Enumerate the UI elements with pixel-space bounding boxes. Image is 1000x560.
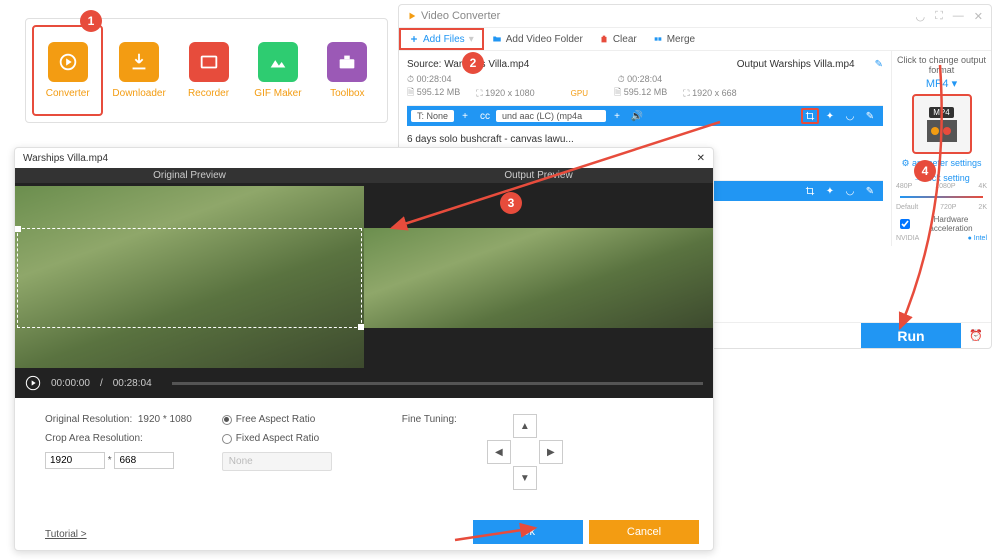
edit-button[interactable]: ✎: [861, 183, 879, 199]
merge-icon: [653, 34, 663, 44]
param-settings-link[interactable]: ⚙ arameter settings: [896, 158, 987, 169]
merge-button[interactable]: Merge: [645, 28, 703, 50]
file-duration-out: ⏱ 00:28:04: [618, 74, 663, 85]
run-button[interactable]: Run: [861, 323, 961, 348]
close-icon[interactable]: ✕: [974, 10, 983, 23]
subtitle-button[interactable]: cc: [476, 108, 494, 124]
crop-button[interactable]: [801, 183, 819, 199]
plus-icon: [409, 34, 419, 44]
crop-handles[interactable]: [17, 228, 362, 328]
module-label: GIF Maker: [254, 88, 301, 99]
add-track-button[interactable]: +: [456, 108, 474, 124]
audio-icon[interactable]: 🔊: [628, 108, 646, 124]
effects-button[interactable]: ✦: [821, 108, 839, 124]
app-icon: [407, 11, 417, 21]
folder-icon: [492, 34, 502, 44]
toolbox-icon: [336, 51, 358, 73]
time-total: 00:28:04: [113, 378, 152, 389]
step-badge: 3: [500, 192, 522, 214]
format-selector[interactable]: MP4: [912, 94, 972, 154]
crop-window: Warships Villa.mp4 ✕ Original Preview Ou…: [14, 147, 714, 551]
source-name: 6 days solo bushcraft - canvas lawu...: [407, 134, 574, 145]
clear-button[interactable]: Clear: [591, 28, 645, 50]
module-selector: Converter Downloader Recorder GIF Maker …: [25, 18, 388, 123]
watermark-button[interactable]: ◡: [841, 108, 859, 124]
original-preview[interactable]: Original Preview: [15, 168, 364, 368]
quick-setting-link[interactable]: → uick setting: [896, 173, 987, 183]
play-button[interactable]: [25, 375, 41, 391]
quality-slider[interactable]: [900, 196, 983, 198]
gif-icon: [267, 51, 289, 73]
titlebar: Video Converter ◡ ⛶ — ✕: [399, 5, 991, 27]
minimize-icon[interactable]: —: [953, 10, 964, 23]
download-icon: [128, 51, 150, 73]
tutorial-link[interactable]: Tutorial >: [45, 529, 87, 540]
edit-button[interactable]: ✎: [861, 108, 879, 124]
add-files-button[interactable]: Add Files ▾: [399, 28, 484, 50]
ok-button[interactable]: Ok: [473, 520, 583, 544]
add-folder-button[interactable]: Add Video Folder: [484, 28, 591, 50]
cancel-button[interactable]: Cancel: [589, 520, 699, 544]
edit-output-icon[interactable]: ✎: [875, 59, 883, 70]
audio-select[interactable]: und aac (LC) (mp4a: [496, 110, 606, 122]
module-label: Converter: [46, 88, 90, 99]
fine-tuning-pad: ▲ ◀ ▶ ▼: [487, 414, 563, 490]
watermark-button[interactable]: ◡: [841, 183, 859, 199]
crop-window-title: Warships Villa.mp4: [23, 153, 108, 164]
edit-toolbar: T: None + cc und aac (LC) (mp4a + 🔊 ✦ ◡ …: [407, 106, 883, 126]
crop-width-input[interactable]: [45, 452, 105, 469]
module-gifmaker[interactable]: GIF Maker: [244, 25, 311, 116]
hwaccel-checkbox[interactable]: Hardware acceleration: [896, 215, 987, 233]
free-aspect-radio[interactable]: Free Aspect Ratio: [222, 414, 332, 425]
step-badge: 4: [914, 160, 936, 182]
nudge-left-button[interactable]: ◀: [487, 440, 511, 464]
main-toolbar: Add Files ▾ Add Video Folder Clear Merge: [399, 27, 991, 51]
nudge-up-button[interactable]: ▲: [513, 414, 537, 438]
fixed-aspect-radio[interactable]: Fixed Aspect Ratio: [222, 433, 332, 444]
module-downloader[interactable]: Downloader: [105, 25, 172, 116]
app-title: Video Converter: [421, 10, 500, 22]
user-icon[interactable]: ◡: [915, 10, 925, 23]
aspect-select: None: [222, 452, 332, 471]
seek-bar[interactable]: [172, 382, 703, 385]
module-converter[interactable]: Converter: [32, 25, 103, 116]
format-panel: Click to change output format MP4 ▾ MP4 …: [891, 51, 991, 246]
module-label: Recorder: [188, 88, 229, 99]
crop-height-input[interactable]: [114, 452, 174, 469]
close-icon[interactable]: ✕: [697, 153, 705, 164]
module-recorder[interactable]: Recorder: [175, 25, 242, 116]
add-audio-button[interactable]: +: [608, 108, 626, 124]
trash-icon: [599, 34, 609, 44]
effects-button[interactable]: ✦: [821, 183, 839, 199]
recorder-icon: [198, 51, 220, 73]
playback-bar: 00:00:00 / 00:28:04: [15, 368, 713, 398]
nudge-right-button[interactable]: ▶: [539, 440, 563, 464]
nudge-down-button[interactable]: ▼: [513, 466, 537, 490]
crop-button[interactable]: [801, 108, 819, 124]
step-badge: 1: [80, 10, 102, 32]
output-preview: Output Preview: [364, 168, 713, 368]
module-toolbox[interactable]: Toolbox: [314, 25, 381, 116]
time-current: 00:00:00: [51, 378, 90, 389]
converter-icon: [57, 51, 79, 73]
schedule-button[interactable]: ⏰: [961, 329, 991, 342]
output-name: Output Warships Villa.mp4: [737, 59, 855, 70]
step-badge: 2: [462, 52, 484, 74]
module-label: Downloader: [112, 88, 165, 99]
cart-icon[interactable]: ⛶: [935, 10, 943, 23]
track-select[interactable]: T: None: [411, 110, 454, 122]
format-hint: Click to change output format: [896, 55, 987, 75]
module-label: Toolbox: [330, 88, 364, 99]
